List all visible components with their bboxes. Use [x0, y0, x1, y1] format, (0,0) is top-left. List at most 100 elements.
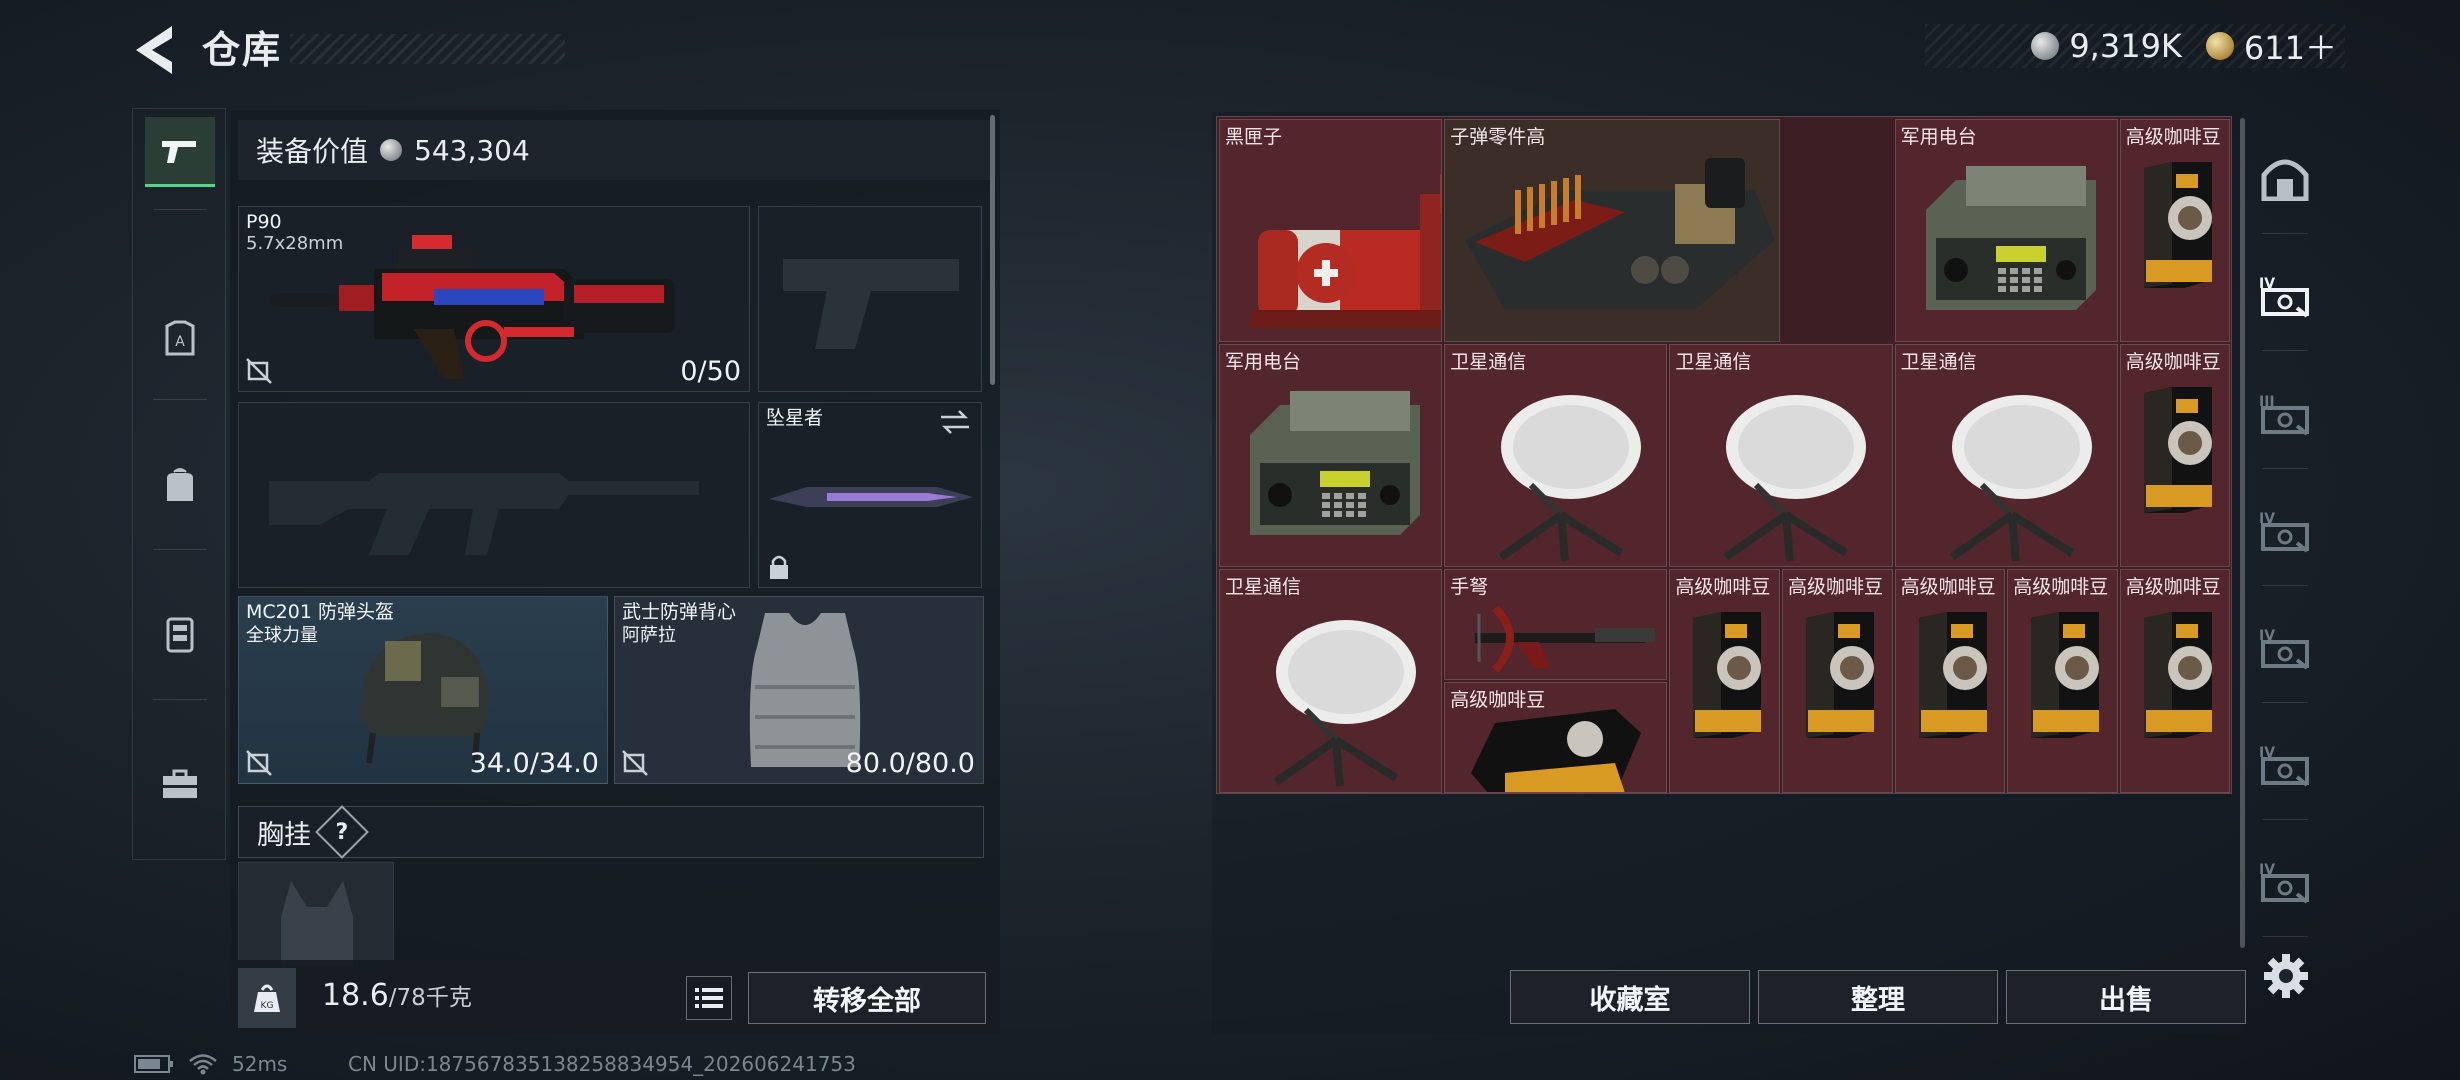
storage-page-tab[interactable]: IV	[2252, 262, 2318, 328]
storage-item[interactable]: 高级咖啡豆	[1669, 569, 1780, 793]
chest-rig-slot[interactable]	[238, 862, 394, 967]
coffee-item-image	[1798, 610, 1882, 744]
melee-slot[interactable]: 坠星者	[758, 402, 982, 588]
equipment-value-label: 装备价值	[256, 135, 369, 168]
helmet-slot[interactable]: MC201 防弹头盔 全球力量 34.0/34.0	[238, 596, 608, 784]
collection-room-button[interactable]: 收藏室	[1510, 970, 1750, 1024]
satellite-item-image	[1471, 385, 1651, 566]
vault-tab[interactable]	[2252, 145, 2318, 211]
storage-item[interactable]: 军用电台	[1219, 344, 1443, 568]
storage-item-label: 卫星通信	[1900, 351, 1977, 374]
weight-icon: KG	[238, 968, 296, 1028]
storage-page-tab[interactable]: III	[2252, 380, 2318, 446]
storage-item[interactable]: 高级咖啡豆	[1782, 569, 1893, 793]
swap-icon[interactable]	[939, 409, 971, 435]
rifle-silhouette-icon	[269, 473, 699, 555]
weight-indicator: 18.6/78千克	[322, 978, 472, 1013]
gear-icon[interactable]	[2260, 950, 2312, 1002]
sort-button[interactable]: 整理	[1758, 970, 1998, 1024]
storage-item[interactable]: 高级咖啡豆	[1894, 569, 2006, 793]
back-button[interactable]	[130, 22, 180, 78]
svg-text:KG: KG	[261, 1001, 274, 1011]
storage-item-label: 高级咖啡豆	[2125, 576, 2221, 599]
storage-item[interactable]: 卫星通信	[1669, 344, 1893, 568]
chest-rig-label: 胸挂	[257, 819, 311, 851]
storage-item[interactable]: 高级咖啡豆	[2119, 569, 2231, 793]
storage-page-tab[interactable]: IV	[2252, 731, 2318, 797]
back-arrow-icon	[136, 26, 172, 74]
page-title: 仓库	[202, 28, 283, 72]
status-bar: 52ms	[134, 1052, 287, 1076]
storage-item[interactable]: 卫星通信	[1219, 569, 1443, 793]
svg-text:A: A	[175, 334, 185, 350]
body-armor-slot[interactable]: 武士防弹背心 阿萨拉 80.0/80.0	[614, 596, 984, 784]
storage-item[interactable]: 黑匣子	[1219, 119, 1443, 343]
secondary-weapon-slot[interactable]	[758, 206, 982, 392]
melee-weapon-image	[769, 487, 973, 507]
equipment-category-rail: A	[132, 108, 226, 860]
storage-item-label: 高级咖啡豆	[1900, 576, 1996, 599]
tab-backpack[interactable]	[145, 449, 215, 519]
ammoparts-item-image	[1455, 150, 1779, 324]
storage-item[interactable]: 高级咖啡豆	[2007, 569, 2118, 793]
chest-rig-header[interactable]: 胸挂 ?	[238, 805, 984, 859]
tab-armor[interactable]: A	[145, 304, 215, 374]
weight-max: /78千克	[388, 985, 472, 1011]
lock-icon	[770, 555, 788, 579]
satellite-item-image	[1922, 385, 2102, 566]
vest-rig-icon	[166, 617, 194, 653]
melee-name: 坠星者	[766, 407, 824, 429]
help-icon[interactable]: ?	[315, 805, 369, 859]
armor-durability: 80.0/80.0	[845, 748, 975, 779]
storage-item-label: 黑匣子	[1225, 126, 1283, 148]
weapon-ammo-count: 0/50	[680, 356, 741, 387]
storage-item-label: 手弩	[1450, 576, 1489, 599]
storage-scrollbar[interactable]	[2240, 118, 2245, 948]
radio-item-image	[1240, 385, 1430, 549]
storage-page-tab[interactable]: IV	[2252, 614, 2318, 680]
storage-item-label: 高级咖啡豆	[2013, 576, 2109, 599]
transfer-all-button[interactable]: 转移全部	[748, 972, 986, 1024]
storage-page-tab[interactable]: IV	[2252, 497, 2318, 563]
storage-item-label: 高级咖啡豆	[1675, 576, 1771, 599]
storage-item[interactable]: 手弩	[1444, 569, 1668, 680]
toolbox-icon	[163, 769, 197, 798]
storage-item-label: 卫星通信	[1450, 351, 1527, 374]
primary-weapon-slot[interactable]: P90 5.7x28mm 0/50	[238, 206, 750, 392]
coffeeflat-item-image	[1465, 703, 1645, 792]
storage-item[interactable]: 高级咖啡豆	[1444, 682, 1668, 793]
unlocked-indicator-icon	[246, 358, 272, 384]
rail-divider	[2262, 819, 2308, 820]
armor-plate-icon: A	[165, 320, 195, 356]
tab-chest-rig[interactable]	[145, 599, 215, 669]
unlocked-indicator-icon	[246, 750, 272, 776]
storage-item-label: 高级咖啡豆	[2125, 351, 2221, 374]
backpack-icon	[167, 468, 193, 501]
storage-item[interactable]: 子弹零件高	[1444, 119, 1780, 343]
storage-item[interactable]: 卫星通信	[1894, 344, 2118, 568]
armor-brand: 阿萨拉	[622, 625, 676, 646]
helmet-image	[360, 633, 489, 764]
tab-weapons[interactable]	[145, 117, 215, 187]
storage-item[interactable]: 高级咖啡豆	[2119, 119, 2231, 343]
radio-item-image	[1916, 160, 2106, 324]
ping-value: 52ms	[232, 1052, 288, 1076]
list-icon	[695, 988, 723, 1008]
rail-divider	[2262, 936, 2308, 937]
storage-page-tab[interactable]: IV	[2252, 848, 2318, 914]
blackbox-item-image	[1250, 170, 1442, 341]
vault-icon	[2261, 159, 2309, 201]
storage-item[interactable]: 卫星通信	[1444, 344, 1668, 568]
gold-balance[interactable]: 611＋	[2244, 23, 2337, 69]
storage-item[interactable]: 高级咖啡豆	[2119, 344, 2231, 568]
tab-tools[interactable]	[145, 749, 215, 819]
satellite-item-image	[1696, 385, 1876, 566]
list-view-button[interactable]	[686, 976, 732, 1020]
sell-button[interactable]: 出售	[2006, 970, 2246, 1024]
storage-item-label: 卫星通信	[1225, 576, 1302, 599]
loadout-scrollbar[interactable]	[990, 115, 995, 385]
storage-item[interactable]: 军用电台	[1894, 119, 2118, 343]
secondary-rifle-slot[interactable]	[238, 402, 750, 588]
coffee-item-image	[2136, 610, 2220, 744]
pistol-silhouette-icon	[783, 259, 959, 349]
